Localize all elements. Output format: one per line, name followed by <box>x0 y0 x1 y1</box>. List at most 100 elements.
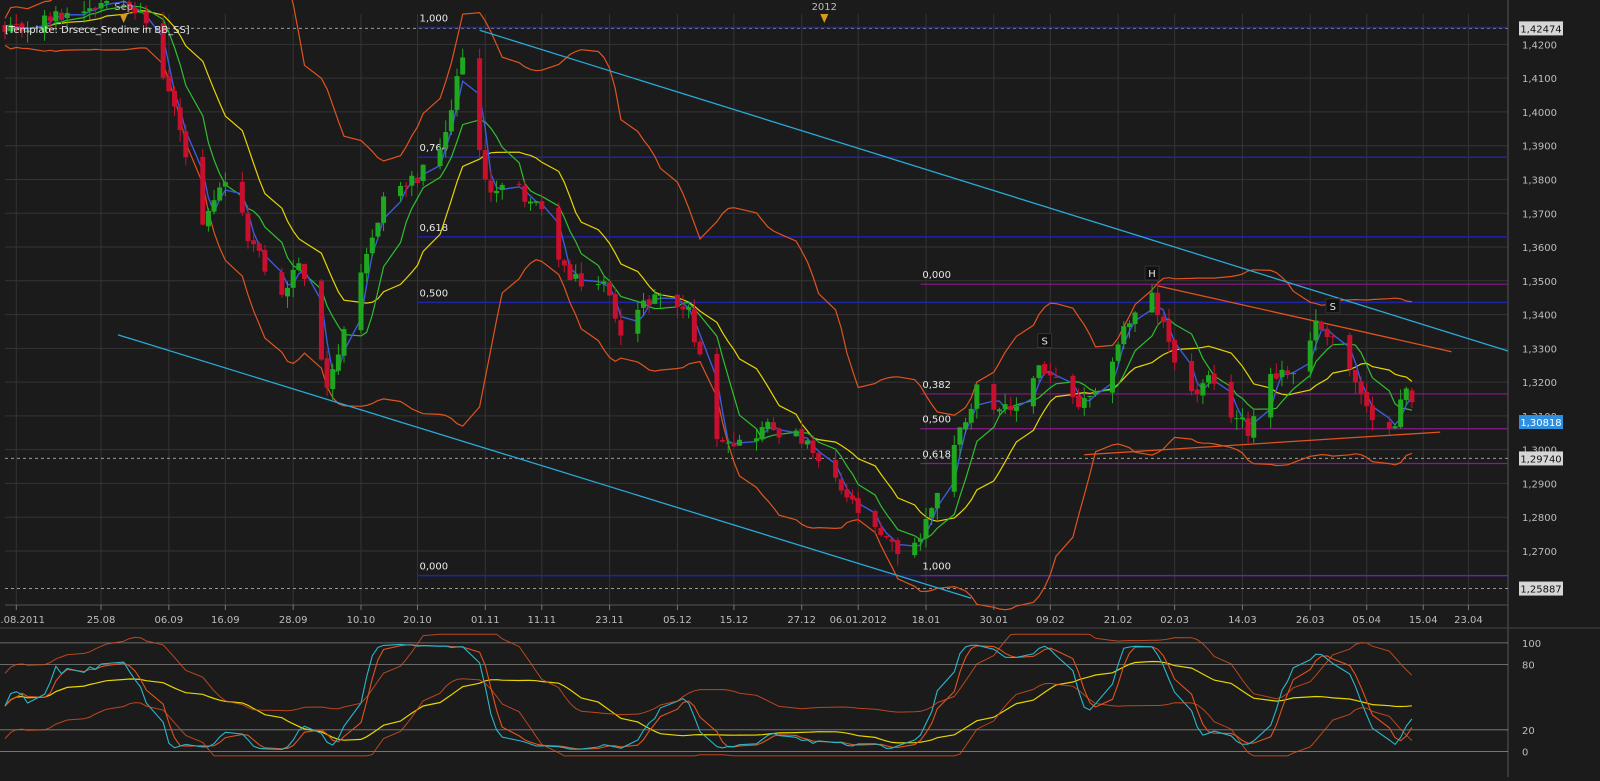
candle-body <box>256 243 262 251</box>
candle-body <box>754 438 759 442</box>
candle-body <box>640 300 646 308</box>
candle-body <box>217 187 223 201</box>
fib-right-level-label: 0,500 <box>922 415 951 426</box>
time-tick-label: 14.03 <box>1228 615 1257 626</box>
candle-body <box>1200 383 1206 396</box>
candle-body <box>573 273 579 279</box>
time-tick-label: 11.11 <box>527 615 556 626</box>
candle-body <box>296 263 302 270</box>
fib-right-level-label: 0,382 <box>922 380 951 391</box>
candle-body <box>1290 373 1296 375</box>
candle-body <box>477 58 483 151</box>
candle-body <box>561 260 567 266</box>
candle-body <box>1245 418 1251 437</box>
price-badge-text: 1,25887 <box>1520 585 1561 596</box>
time-tick-label: 05.04 <box>1352 615 1381 626</box>
price-tick-label: 1,3500 <box>1522 277 1557 288</box>
candle-body <box>889 538 895 542</box>
candle-body <box>1358 381 1364 394</box>
candle-body <box>222 182 228 187</box>
candle-body <box>251 240 257 245</box>
candle-body <box>697 341 703 355</box>
price-tick-label: 1,4100 <box>1522 74 1557 85</box>
time-tick-label: 10.08.2011 <box>0 615 45 626</box>
candle-body <box>177 107 183 131</box>
time-tick-label: 23.11 <box>595 615 624 626</box>
candle-body <box>138 11 144 13</box>
candle-body <box>335 354 341 371</box>
candle-body <box>1155 292 1161 316</box>
candle-body <box>539 201 545 209</box>
candle-body <box>239 181 245 213</box>
candle-body <box>92 7 98 10</box>
candle-body <box>454 76 460 110</box>
candle-body <box>595 284 601 286</box>
candle-body <box>132 7 138 14</box>
candle-body <box>1211 373 1217 384</box>
chart-root: 1,000 0,764 0,618 0,500 0,000 0,000 0,382 0,500… <box>0 0 1600 777</box>
candle-body <box>460 57 466 75</box>
time-tick-label: 01.11 <box>471 615 500 626</box>
candle-body <box>1115 344 1121 361</box>
candle-body <box>1307 340 1313 372</box>
candle-body <box>437 148 443 167</box>
candle-body <box>646 299 652 306</box>
candle-body <box>494 190 500 194</box>
price-badge-text: 1,30818 <box>1520 418 1561 429</box>
candle-body <box>1194 389 1200 395</box>
candle-body <box>1285 370 1291 375</box>
candle-body <box>53 11 59 22</box>
candle-body <box>205 210 211 227</box>
time-tick-label: 15.12 <box>720 615 749 626</box>
candle-body <box>420 164 426 182</box>
price-tick-label: 1,3600 <box>1522 243 1557 254</box>
candle-body <box>166 76 172 92</box>
candle-body <box>318 280 324 360</box>
candle-body <box>369 237 375 254</box>
time-tick-label: 10.10 <box>347 615 376 626</box>
candle-body <box>1172 340 1178 363</box>
time-tick-label: 02.03 <box>1160 615 1189 626</box>
candle-body <box>878 527 884 536</box>
candle-body <box>104 1 110 4</box>
candle-body <box>301 263 307 279</box>
candle-body <box>87 8 93 12</box>
candle-body <box>652 294 658 304</box>
price-tick-label: 1,3900 <box>1522 142 1557 153</box>
candle-body <box>770 422 776 431</box>
candle-body <box>375 222 381 237</box>
candle-body <box>1036 365 1042 378</box>
candle-body <box>1109 361 1115 393</box>
candle-body <box>522 185 528 202</box>
price-tick-label: 1,4000 <box>1522 108 1557 119</box>
candle-body <box>172 90 178 107</box>
candle-body <box>968 408 974 423</box>
candle-body <box>358 272 364 331</box>
candle-body <box>759 427 765 440</box>
candle-body <box>883 535 889 538</box>
candle-body <box>285 287 291 297</box>
time-tick-label: 21.02 <box>1104 615 1133 626</box>
candle-body <box>64 12 70 19</box>
oscillator-tick-label: 20 <box>1522 726 1535 737</box>
candle-body <box>262 250 268 272</box>
candle-body <box>974 384 980 409</box>
oscillator-tick-label: 80 <box>1522 661 1535 672</box>
candle-body <box>1352 369 1358 383</box>
candle-body <box>816 452 822 461</box>
candle-body <box>211 200 217 212</box>
candle-body <box>686 306 692 310</box>
candle-body <box>324 358 330 388</box>
candle-body <box>1234 418 1240 420</box>
price-tick-label: 1,3700 <box>1522 209 1557 220</box>
time-tick-label: 18.01 <box>912 615 941 626</box>
candle-body <box>833 459 839 478</box>
price-badge-text: 1,29740 <box>1520 454 1561 465</box>
price-tick-label: 1,3300 <box>1522 344 1557 355</box>
candle-body <box>1392 426 1398 429</box>
candle-body <box>1330 336 1336 338</box>
time-tick-label: 06.01.2012 <box>830 615 887 626</box>
candle-body <box>1008 405 1014 411</box>
candle-body <box>1042 363 1048 374</box>
time-tick-label: 25.08 <box>87 615 116 626</box>
